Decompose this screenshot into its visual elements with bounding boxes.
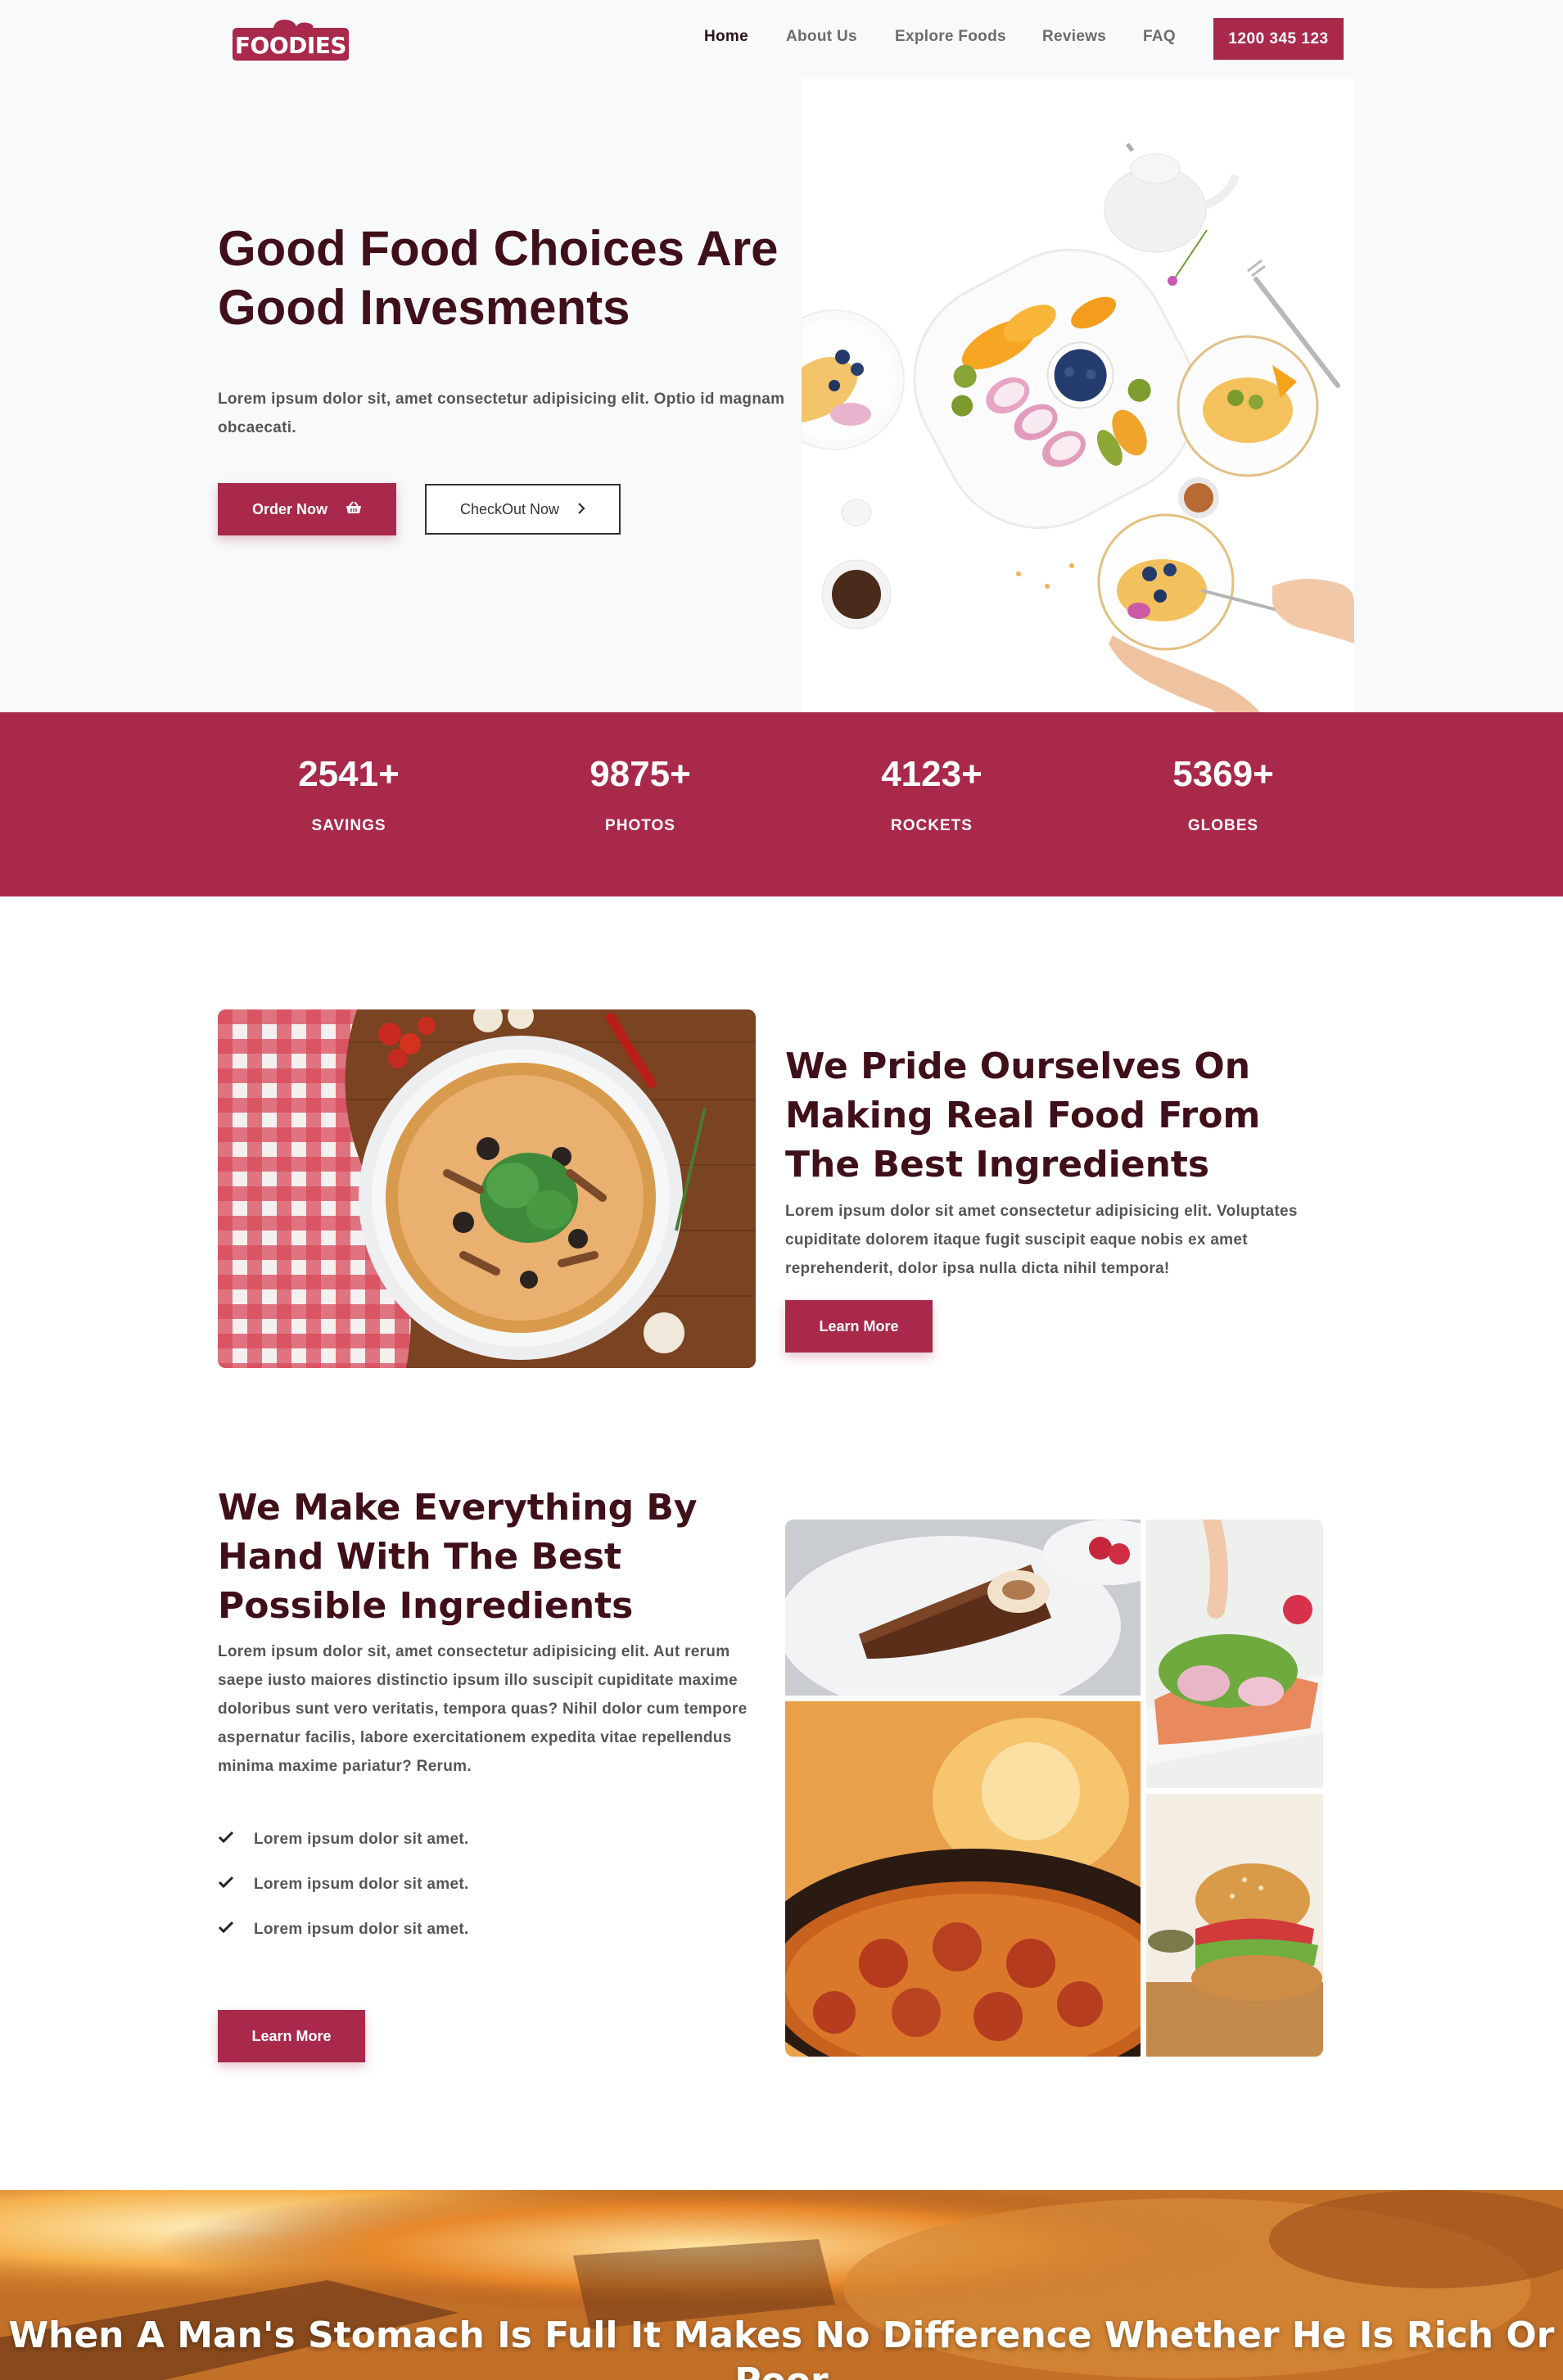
nav-explore-foods[interactable]: Explore Foods — [895, 28, 1006, 46]
stat-value: 5369+ — [1172, 754, 1274, 794]
hero-title-line-2: Good Invesments — [218, 280, 630, 335]
salad-toast-image — [1146, 1520, 1323, 1788]
chevron-right-icon — [577, 501, 585, 518]
nav-reviews[interactable]: Reviews — [1042, 28, 1106, 46]
stat-photos: 9875+ PHOTOS — [534, 753, 747, 835]
quote-banner: When A Man's Stomach Is Full It Makes No… — [0, 2190, 1563, 2380]
stat-savings: 2541+ SAVINGS — [242, 753, 455, 835]
section1-learn-more-button[interactable]: Learn More — [785, 1300, 933, 1353]
stat-value: 2541+ — [298, 754, 400, 794]
section2-text: Lorem ipsum dolor sit, amet consectetur … — [218, 1643, 748, 1775]
hero-title-line-1: Good Food Choices Are — [218, 221, 779, 276]
basket-icon — [346, 500, 362, 518]
phone-button[interactable]: 1200 345 123 — [1213, 18, 1344, 60]
order-now-label: Order Now — [251, 500, 328, 517]
nav-faq[interactable]: FAQ — [1143, 28, 1176, 46]
stat-label: GLOBES — [1187, 817, 1259, 834]
cake-slice-image — [785, 1520, 1141, 1696]
pizza-image — [218, 1009, 756, 1368]
hero-title: Good Food Choices Are Good Invesments — [218, 219, 791, 337]
stat-label: ROCKETS — [891, 817, 973, 834]
list-item: Lorem ipsum dolor sit amet. — [218, 1823, 709, 1856]
stat-label: PHOTOS — [605, 817, 675, 834]
stat-rockets: 4123+ ROCKETS — [825, 753, 1038, 835]
list-item: Lorem ipsum dolor sit amet. — [218, 1913, 709, 1946]
stats-bar: 2541+ SAVINGS 9875+ PHOTOS 4123+ ROCKETS… — [0, 712, 1563, 896]
nav-home[interactable]: Home — [704, 28, 748, 46]
check-icon — [218, 1921, 234, 1939]
order-now-button[interactable]: Order Now — [218, 483, 396, 535]
list-item-text: Lorem ipsum dolor sit amet. — [254, 1876, 469, 1893]
list-item: Lorem ipsum dolor sit amet. — [218, 1868, 709, 1901]
check-icon — [218, 1831, 234, 1849]
stat-label: SAVINGS — [311, 817, 386, 834]
list-item-text: Lorem ipsum dolor sit amet. — [254, 1831, 469, 1848]
check-icon — [218, 1876, 234, 1894]
banner-quote: When A Man's Stomach Is Full It Makes No… — [8, 2315, 1555, 2380]
stat-value: 4123+ — [881, 754, 983, 794]
site-header: FOODIES Home About Us Explore Foods Revi… — [0, 0, 1563, 77]
list-item-text: Lorem ipsum dolor sit amet. — [254, 1921, 469, 1938]
section2-title: We Make Everything By Hand With The Best… — [218, 1487, 698, 1627]
checkout-now-button[interactable]: CheckOut Now — [425, 484, 621, 535]
section1-title: We Pride Ourselves On Making Real Food F… — [785, 1045, 1261, 1185]
section2-learn-more-button[interactable]: Learn More — [218, 2010, 365, 2062]
nav-about-us[interactable]: About Us — [786, 28, 857, 46]
hero-text: Lorem ipsum dolor sit, amet consectetur … — [218, 391, 785, 436]
sandwich-image — [1146, 1794, 1323, 2057]
pepperoni-pizza-oven-image — [785, 1701, 1141, 2057]
stat-value: 9875+ — [590, 754, 691, 794]
hero-food-platter-image — [802, 79, 1354, 738]
section1-text: Lorem ipsum dolor sit amet consectetur a… — [785, 1203, 1298, 1277]
logo-text: FOODIES — [234, 32, 347, 59]
stat-globes: 5369+ GLOBES — [1117, 753, 1330, 835]
foodies-logo[interactable]: FOODIES — [231, 18, 350, 62]
checkout-now-label: CheckOut Now — [459, 500, 560, 517]
